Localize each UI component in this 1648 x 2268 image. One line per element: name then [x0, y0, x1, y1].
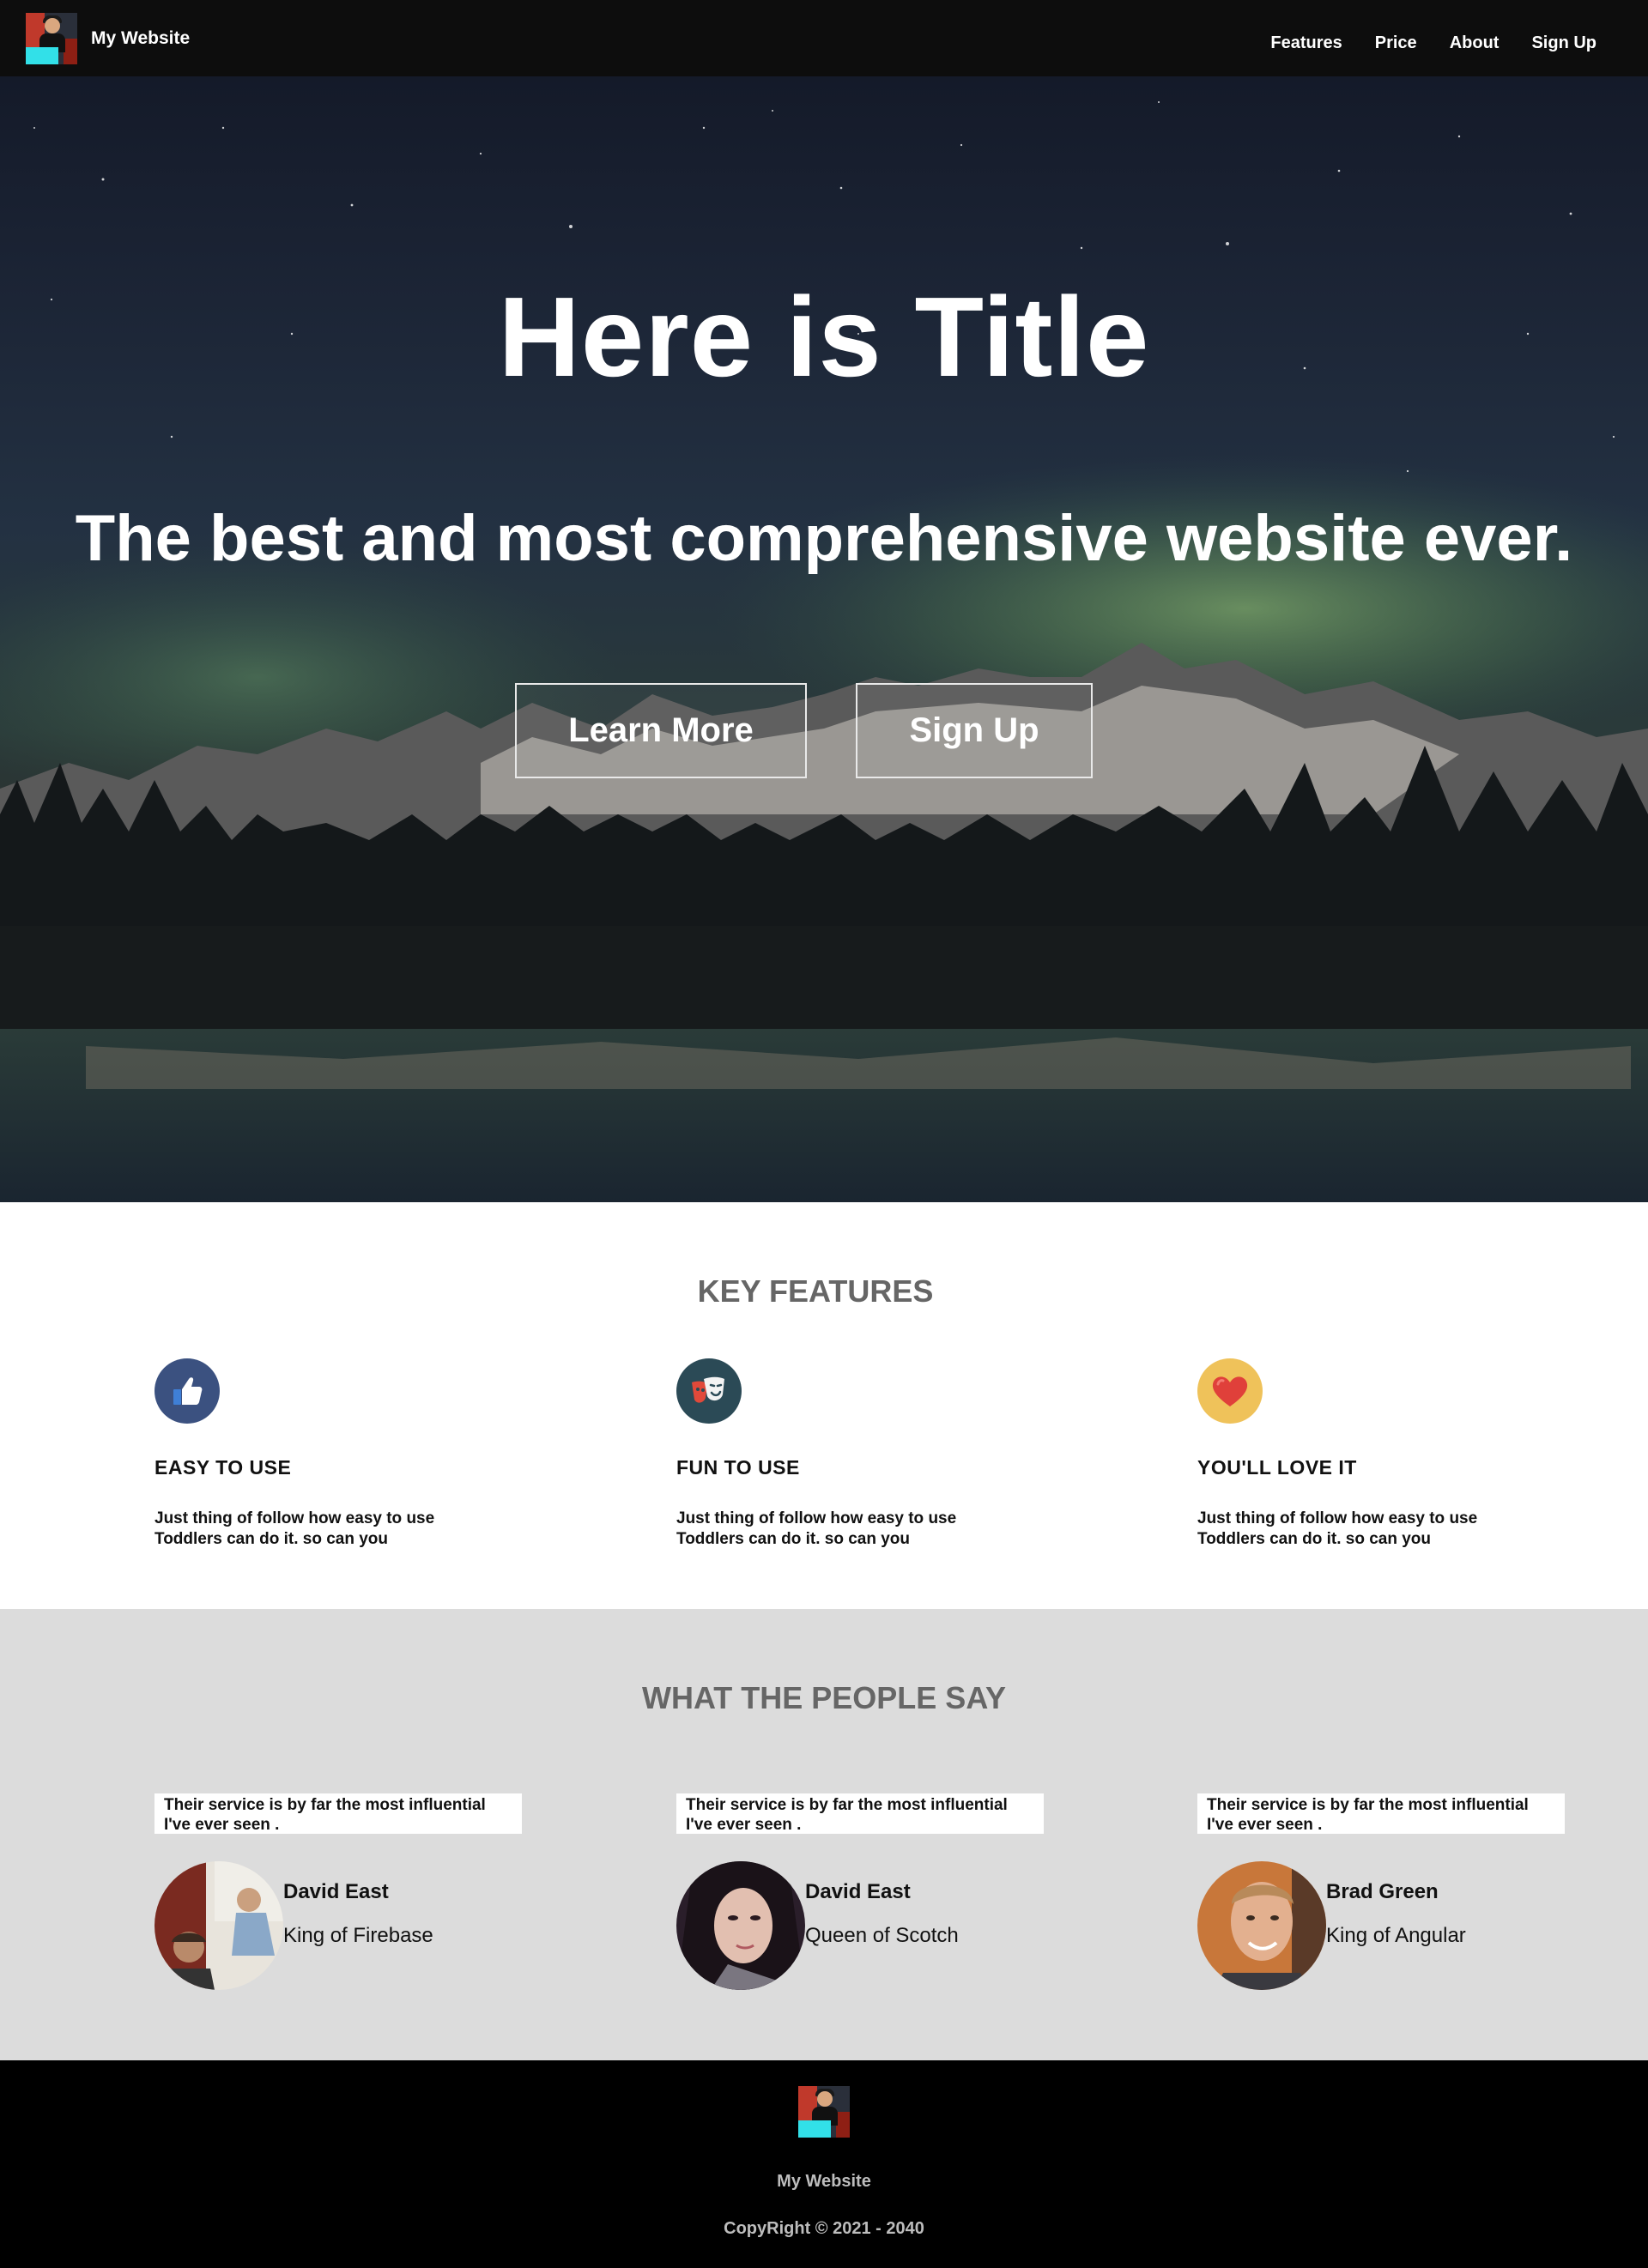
testimonial-card: Their service is by far the most influen…: [676, 1793, 1045, 1990]
nav-link-features[interactable]: Features: [1270, 33, 1342, 53]
person-role: King of Angular: [1326, 1924, 1466, 1947]
navbar: My Website Features Price About Sign Up: [0, 0, 1648, 76]
testimonial-person: David East King of Firebase: [154, 1861, 524, 1990]
hero-sign-up-button[interactable]: Sign Up: [856, 683, 1093, 778]
testimonial-quote: Their service is by far the most influen…: [676, 1793, 1044, 1834]
brand[interactable]: My Website: [26, 13, 190, 64]
feature-text: Just thing of follow how easy to use Tod…: [154, 1509, 435, 1548]
brand-name[interactable]: My Website: [91, 28, 190, 49]
testimonial-quote: Their service is by far the most influen…: [154, 1793, 522, 1834]
hero-subtitle: The best and most comprehensive website …: [75, 502, 1573, 575]
person-name: David East: [283, 1880, 389, 1903]
feature-card-easy: EASY TO USE Just thing of follow how eas…: [154, 1358, 515, 1550]
nav-link-sign-up[interactable]: Sign Up: [1531, 33, 1596, 53]
testimonial-card: Their service is by far the most influen…: [154, 1793, 524, 1990]
feature-text: Just thing of follow how easy to use Tod…: [1197, 1509, 1478, 1548]
brand-logo[interactable]: [26, 13, 77, 64]
feature-title: FUN TO USE: [676, 1456, 800, 1479]
feature-title: YOU'LL LOVE IT: [1197, 1456, 1357, 1479]
feature-card-fun: FUN TO USE Just thing of follow how easy…: [676, 1358, 1037, 1550]
avatar: [676, 1861, 805, 1990]
heart-icon: [1197, 1358, 1263, 1424]
feature-card-love: YOU'LL LOVE IT Just thing of follow how …: [1197, 1358, 1558, 1550]
hero-section: Here is Title The best and most comprehe…: [0, 76, 1648, 1202]
thumbs-up-icon: [154, 1358, 220, 1424]
testimonial-card: Their service is by far the most influen…: [1197, 1793, 1566, 1990]
avatar: [154, 1861, 283, 1990]
features-section: KEY FEATURES EASY TO USE Just thing of f…: [0, 1202, 1648, 1609]
avatar: [1197, 1861, 1326, 1990]
person-role: King of Firebase: [283, 1924, 433, 1947]
learn-more-button[interactable]: Learn More: [515, 683, 807, 778]
feature-text: Just thing of follow how easy to use Tod…: [676, 1509, 957, 1548]
footer-copyright: CopyRight © 2021 - 2040: [724, 2219, 924, 2238]
person-name: Brad Green: [1326, 1880, 1439, 1903]
person-name: David East: [805, 1880, 911, 1903]
hero-background-image: [0, 101, 1648, 1202]
person-role: Queen of Scotch: [805, 1924, 959, 1947]
testimonial-person: Brad Green King of Angular: [1197, 1861, 1566, 1990]
testimonials-heading: WHAT THE PEOPLE SAY: [641, 1680, 1007, 1715]
footer-brand-name: My Website: [777, 2172, 871, 2191]
nav-link-about[interactable]: About: [1450, 33, 1500, 53]
feature-title: EASY TO USE: [154, 1456, 292, 1479]
features-heading: KEY FEATURES: [697, 1273, 934, 1309]
testimonial-person: David East Queen of Scotch: [676, 1861, 1045, 1990]
testimonials-section: WHAT THE PEOPLE SAY Their service is by …: [0, 1609, 1648, 2060]
theater-masks-icon: [676, 1358, 742, 1424]
nav-link-price[interactable]: Price: [1375, 33, 1417, 53]
footer: My Website CopyRight © 2021 - 2040: [0, 2060, 1648, 2268]
nav-links: Features Price About Sign Up: [1270, 0, 1596, 86]
testimonial-quote: Their service is by far the most influen…: [1197, 1793, 1565, 1834]
footer-logo: [798, 2086, 850, 2138]
hero-title: Here is Title: [498, 274, 1150, 400]
